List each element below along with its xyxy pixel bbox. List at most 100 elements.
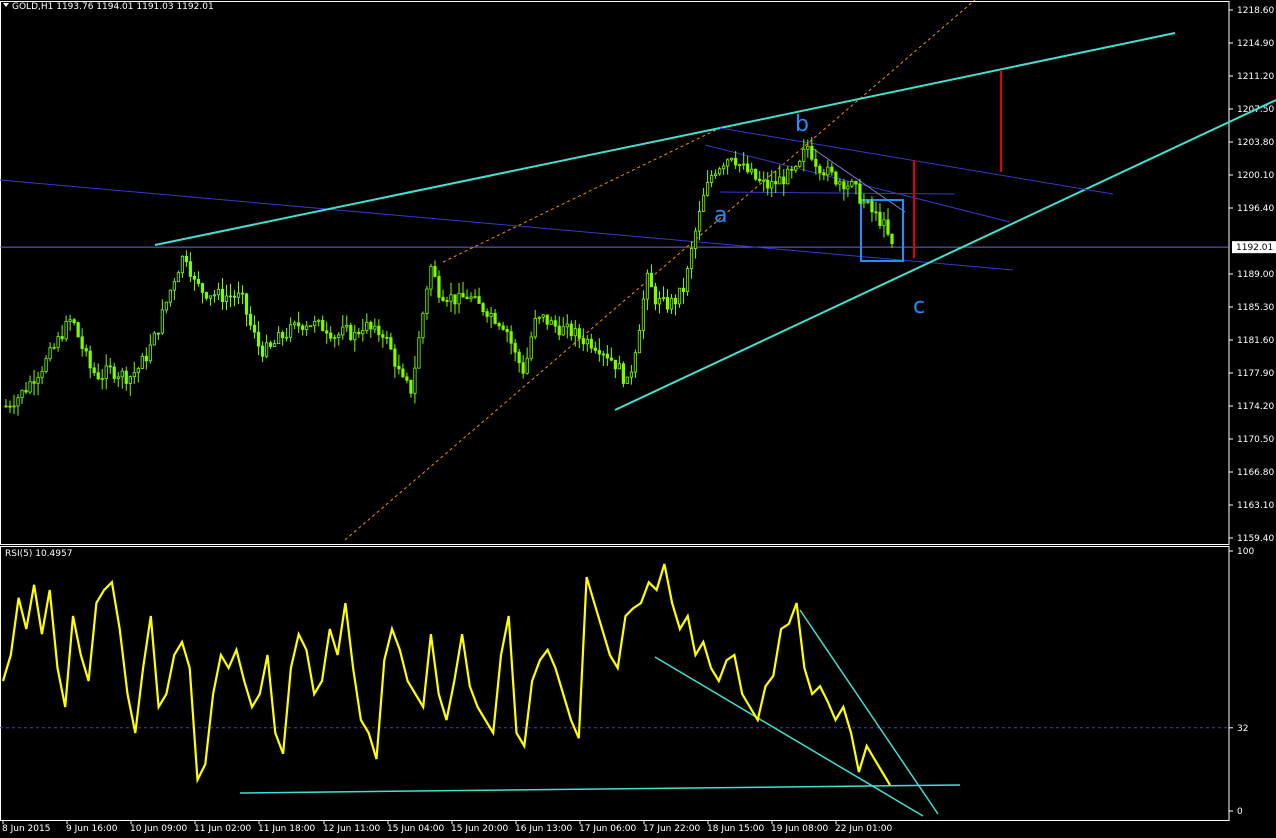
candle-body bbox=[8, 405, 12, 408]
candle-body bbox=[445, 300, 449, 302]
rsi-tick-label: 32 bbox=[1237, 724, 1248, 734]
candle-body bbox=[846, 185, 850, 190]
candle-body bbox=[810, 145, 814, 160]
candle-body bbox=[726, 159, 730, 167]
time-tick-label: 12 Jun 11:00 bbox=[323, 824, 380, 834]
candle-body bbox=[605, 353, 609, 359]
candle-body bbox=[477, 296, 481, 304]
candle-body bbox=[689, 248, 694, 269]
candle-body bbox=[449, 294, 453, 302]
candle-body bbox=[545, 314, 549, 325]
candle-body bbox=[369, 321, 373, 330]
candle-body bbox=[337, 334, 341, 338]
candle-body bbox=[673, 297, 678, 305]
candle-body bbox=[481, 303, 485, 312]
candle-body bbox=[385, 336, 389, 339]
candle-body bbox=[862, 201, 866, 204]
time-tick-label: 19 Jun 08:00 bbox=[771, 824, 828, 834]
price-tick-label: 1174.20 bbox=[1237, 402, 1274, 412]
candle-body bbox=[357, 331, 361, 335]
candle-body bbox=[12, 405, 16, 408]
candle-body bbox=[405, 376, 409, 381]
candle-body bbox=[393, 348, 397, 367]
candle-body bbox=[613, 359, 617, 370]
current-price-label: 1192.01 bbox=[1236, 243, 1273, 253]
time-tick-label: 16 Jun 13:00 bbox=[515, 824, 572, 834]
candle-body bbox=[770, 181, 774, 189]
candle-body bbox=[196, 278, 201, 284]
candle-body bbox=[184, 255, 189, 263]
candle-body bbox=[321, 319, 325, 332]
candle-body bbox=[878, 211, 882, 226]
candle-body bbox=[645, 272, 650, 300]
candle-body bbox=[313, 320, 317, 327]
candle-body bbox=[617, 363, 621, 370]
candle-body bbox=[212, 294, 217, 297]
candle-body bbox=[248, 313, 253, 326]
candle-body bbox=[244, 293, 249, 315]
chart-background bbox=[0, 0, 1276, 838]
candle-body bbox=[517, 351, 521, 364]
time-tick-label: 15 Jun 20:00 bbox=[451, 824, 508, 834]
candle-body bbox=[297, 322, 301, 327]
candle-body bbox=[709, 175, 714, 183]
candle-body bbox=[164, 301, 168, 311]
time-tick-label: 15 Jun 04:00 bbox=[387, 824, 444, 834]
candle-body bbox=[433, 265, 437, 277]
candle-body bbox=[746, 163, 750, 173]
candle-body bbox=[333, 337, 337, 339]
candle-body bbox=[72, 319, 76, 323]
candle-body bbox=[268, 342, 273, 347]
candle-body bbox=[693, 230, 698, 249]
candle-body bbox=[16, 397, 20, 407]
candle-body bbox=[738, 164, 742, 167]
candle-body bbox=[641, 298, 646, 331]
candle-body bbox=[529, 336, 533, 359]
candle-body bbox=[730, 157, 734, 161]
candle-body bbox=[289, 324, 293, 338]
candle-body bbox=[216, 288, 221, 296]
candle-body bbox=[256, 331, 261, 347]
wave-label-c: c bbox=[913, 294, 925, 319]
candle-body bbox=[838, 181, 842, 185]
candle-body bbox=[76, 322, 80, 338]
candle-body bbox=[208, 295, 213, 299]
candle-body bbox=[569, 323, 573, 337]
candle-body bbox=[88, 350, 92, 369]
wave-label-b: b bbox=[795, 112, 809, 137]
candle-body bbox=[132, 372, 136, 378]
price-tick-label: 1211.20 bbox=[1237, 72, 1274, 82]
candle-body bbox=[413, 367, 417, 394]
candle-body bbox=[128, 376, 132, 384]
candle-body bbox=[649, 272, 654, 288]
candle-body bbox=[192, 275, 197, 280]
candle-body bbox=[653, 286, 658, 305]
candle-body bbox=[521, 362, 525, 374]
candle-body bbox=[722, 165, 726, 170]
candle-body bbox=[553, 320, 557, 327]
candle-body bbox=[465, 296, 469, 299]
candle-body bbox=[790, 168, 794, 171]
candle-body bbox=[850, 181, 854, 187]
candle-body bbox=[84, 348, 88, 352]
candle-body bbox=[497, 323, 501, 327]
candle-body bbox=[353, 331, 357, 340]
candle-body bbox=[349, 325, 353, 340]
candle-body bbox=[277, 332, 281, 345]
candle-body bbox=[160, 309, 164, 334]
time-tick-label: 17 Jun 06:00 bbox=[579, 824, 636, 834]
candle-body bbox=[180, 255, 184, 274]
candle-body bbox=[240, 292, 245, 295]
candle-body bbox=[401, 368, 405, 378]
candle-body bbox=[814, 158, 818, 167]
candle-body bbox=[48, 347, 52, 360]
candle-body bbox=[469, 296, 473, 299]
rsi-tick-label: 100 bbox=[1237, 547, 1254, 557]
candle-body bbox=[36, 376, 40, 384]
candle-body bbox=[794, 165, 798, 171]
candle-body bbox=[473, 296, 477, 298]
candle-body bbox=[581, 337, 585, 345]
candle-body bbox=[273, 343, 277, 347]
time-tick-label: 11 Jun 02:00 bbox=[194, 824, 251, 834]
candle-body bbox=[32, 381, 36, 384]
